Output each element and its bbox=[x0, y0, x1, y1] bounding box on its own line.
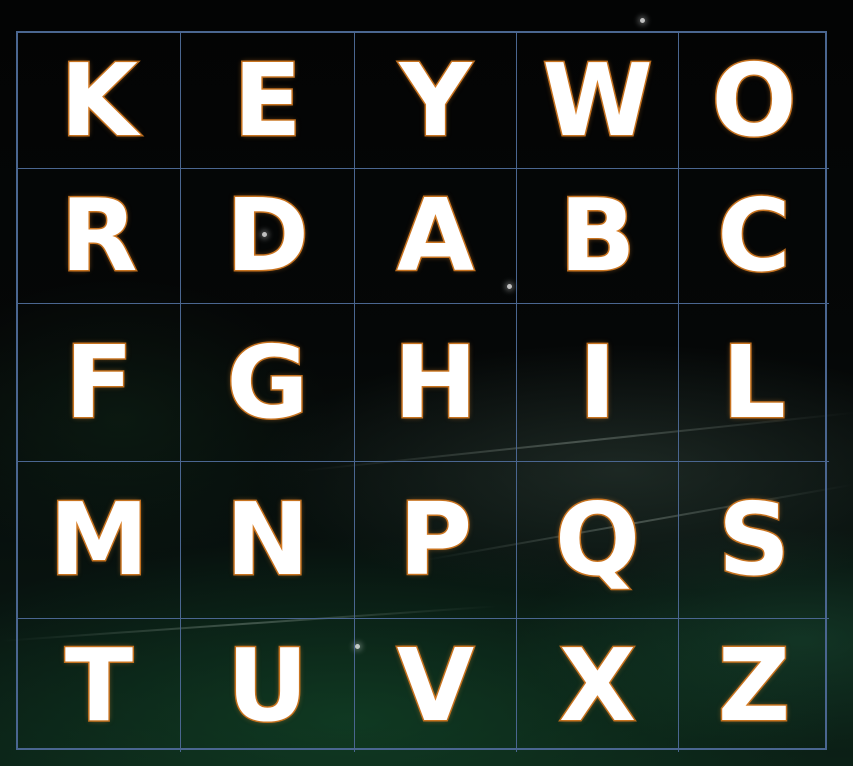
grid-cell: N bbox=[181, 462, 355, 619]
grid-letter: E bbox=[232, 41, 303, 159]
grid-letter: A bbox=[395, 177, 475, 294]
grid-cell: G bbox=[181, 304, 355, 462]
grid-cell: D bbox=[181, 169, 355, 304]
grid-cell: Q bbox=[517, 462, 679, 619]
grid-cell: Y bbox=[355, 33, 517, 169]
grid-cell: M bbox=[18, 462, 181, 619]
grid-cell: U bbox=[181, 619, 355, 752]
grid-letter: P bbox=[397, 481, 473, 598]
grid-cell: R bbox=[18, 169, 181, 304]
grid-cell: T bbox=[18, 619, 181, 752]
grid-letter: Q bbox=[553, 481, 641, 598]
grid-letter: U bbox=[225, 626, 309, 744]
grid-cell: V bbox=[355, 619, 517, 752]
grid-letter: F bbox=[63, 323, 134, 441]
grid-letter: V bbox=[395, 626, 475, 744]
grid-cell: E bbox=[181, 33, 355, 169]
grid-letter: M bbox=[48, 481, 151, 598]
star bbox=[640, 18, 645, 23]
grid-cell: B bbox=[517, 169, 679, 304]
grid-letter: H bbox=[392, 323, 479, 441]
grid-letter: C bbox=[716, 177, 792, 294]
grid-cell: Z bbox=[679, 619, 829, 752]
grid-cell: X bbox=[517, 619, 679, 752]
grid-letter: T bbox=[63, 626, 134, 744]
grid-letter: L bbox=[721, 323, 788, 441]
grid-letter: O bbox=[710, 41, 798, 159]
grid-cell: S bbox=[679, 462, 829, 619]
grid-letter: N bbox=[224, 481, 311, 598]
grid-letter: Y bbox=[398, 41, 473, 159]
grid-cell: H bbox=[355, 304, 517, 462]
grid-letter: D bbox=[224, 177, 310, 294]
grid-cell: F bbox=[18, 304, 181, 462]
grid-letter: G bbox=[225, 323, 310, 441]
grid-letter: S bbox=[716, 481, 791, 598]
grid-cell: O bbox=[679, 33, 829, 169]
grid-letter: R bbox=[59, 177, 139, 294]
grid-letter: B bbox=[558, 177, 637, 294]
grid-cell: C bbox=[679, 169, 829, 304]
grid-cell: W bbox=[517, 33, 679, 169]
letter-grid: K E Y W O R D A B C F G H I L M N P Q S … bbox=[16, 31, 829, 752]
grid-cell: P bbox=[355, 462, 517, 619]
grid-letter: Z bbox=[716, 626, 791, 744]
grid-cell: K bbox=[18, 33, 181, 169]
grid-letter: W bbox=[541, 41, 654, 159]
grid-cell: L bbox=[679, 304, 829, 462]
grid-cell: A bbox=[355, 169, 517, 304]
grid-letter: K bbox=[59, 41, 139, 159]
grid-letter: X bbox=[557, 626, 637, 744]
grid-cell: I bbox=[517, 304, 679, 462]
grid-letter: I bbox=[577, 323, 617, 441]
